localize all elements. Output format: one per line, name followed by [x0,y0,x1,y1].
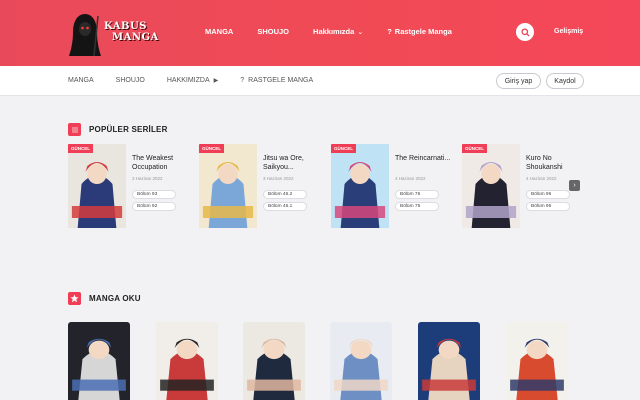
nav-hakkimizda[interactable]: Hakkımızda ⌄ [313,27,363,36]
manga-cover[interactable]: GÜNCEL [199,144,257,228]
manga-title[interactable]: Jitsu wa Ore, Saikyou... [263,154,323,172]
update-date: 4 Haziran 2022 [526,176,557,181]
question-icon: ? [240,77,245,84]
chapter-link[interactable]: Bölüm 75 [395,202,439,211]
manga-title[interactable]: The Reincarnati... [395,154,455,172]
login-button[interactable]: Giriş yap [496,73,541,89]
manga-oku-section-header: MANGA OKU [68,292,141,305]
manga-cover[interactable]: GÜNCEL [68,144,126,228]
chapter-link[interactable]: Bölüm 95 [526,202,570,211]
status-badge: GÜNCEL [199,144,224,153]
chapter-link[interactable]: Bölüm 76 [395,190,439,199]
chapter-link[interactable]: Bölüm 46.1 [263,202,307,211]
reaper-logo-icon [69,14,101,56]
nav-manga[interactable]: MANGA [205,27,233,36]
section-title: POPÜLER SERİLER [89,125,168,134]
update-date: 4 Haziran 2022 [395,176,426,181]
nav-shoujo[interactable]: SHOUJO [257,27,289,36]
card-meta: The Reincarnati... 4 Haziran 2022 Bölüm … [395,154,455,211]
manga-cover[interactable]: GÜNCEL [462,144,520,228]
popular-section-header: POPÜLER SERİLER [68,123,168,136]
section-title: MANGA OKU [89,294,141,303]
popular-card[interactable]: GÜNCEL Jitsu wa Ore, Saikyou... 3 Hazira… [199,144,317,228]
manga-cover[interactable] [506,322,568,400]
site-header: KABUS MANGA MANGA SHOUJO Hakkımızda ⌄ ? R… [0,0,640,66]
status-badge: GÜNCEL [68,144,93,153]
search-button[interactable] [516,23,534,41]
status-badge: GÜNCEL [331,144,356,153]
manga-title[interactable]: Kuro No Shoukanshi [526,154,586,172]
advanced-link[interactable]: Gelişmiş [554,28,583,35]
update-date: 3 Haziran 2022 [263,176,294,181]
popular-card[interactable]: GÜNCEL The Reincarnati... 4 Haziran 2022… [331,144,450,228]
search-icon [520,27,530,37]
chapter-link[interactable]: Bölüm 96 [526,190,570,199]
site-logo[interactable]: KABUS MANGA [66,12,176,56]
manga-cover[interactable] [156,322,218,400]
chapter-link[interactable]: Bölüm 93 [132,190,176,199]
card-meta: Jitsu wa Ore, Saikyou... 3 Haziran 2022 … [263,154,323,211]
subnav-random-manga[interactable]: ? RASTGELE MANGA [240,77,313,84]
card-meta: Kuro No Shoukanshi 4 Haziran 2022 Bölüm … [526,154,586,211]
chevron-down-icon: ⌄ [357,28,364,36]
popular-card[interactable]: GÜNCEL The Weakest Occupation 3 Haziran … [68,144,186,228]
chapter-link[interactable]: Bölüm 92 [132,202,176,211]
card-meta: The Weakest Occupation 3 Haziran 2022 Bö… [132,154,192,211]
manga-title[interactable]: The Weakest Occupation [132,154,192,172]
subnav-manga[interactable]: MANGA [68,77,94,84]
register-button[interactable]: Kaydol [546,73,584,89]
logo-text: KABUS MANGA [104,21,159,43]
subnav-shoujo[interactable]: SHOUJO [116,77,145,84]
triangle-right-icon: ▶ [213,78,219,84]
manga-cover[interactable] [243,322,305,400]
status-badge: GÜNCEL [462,144,487,153]
question-icon: ? [387,27,392,36]
square-icon [68,123,81,136]
manga-cover[interactable] [68,322,130,400]
star-icon [68,292,81,305]
manga-cover[interactable] [330,322,392,400]
popular-card[interactable]: GÜNCEL Kuro No Shoukanshi 4 Haziran 2022… [462,144,580,228]
manga-cover[interactable]: GÜNCEL [331,144,389,228]
subnav-hakkimizda[interactable]: HAKKIMIZDA ▶ [167,77,218,84]
secondary-nav: MANGA SHOUJO HAKKIMIZDA ▶ ? RASTGELE MANGA… [0,66,640,96]
nav-random-manga[interactable]: ? Rastgele Manga [387,27,452,36]
chapter-link[interactable]: Bölüm 46.2 [263,190,307,199]
update-date: 3 Haziran 2022 [132,176,163,181]
top-nav: MANGA SHOUJO Hakkımızda ⌄ ? Rastgele Mang… [205,27,476,36]
manga-cover[interactable] [418,322,480,400]
